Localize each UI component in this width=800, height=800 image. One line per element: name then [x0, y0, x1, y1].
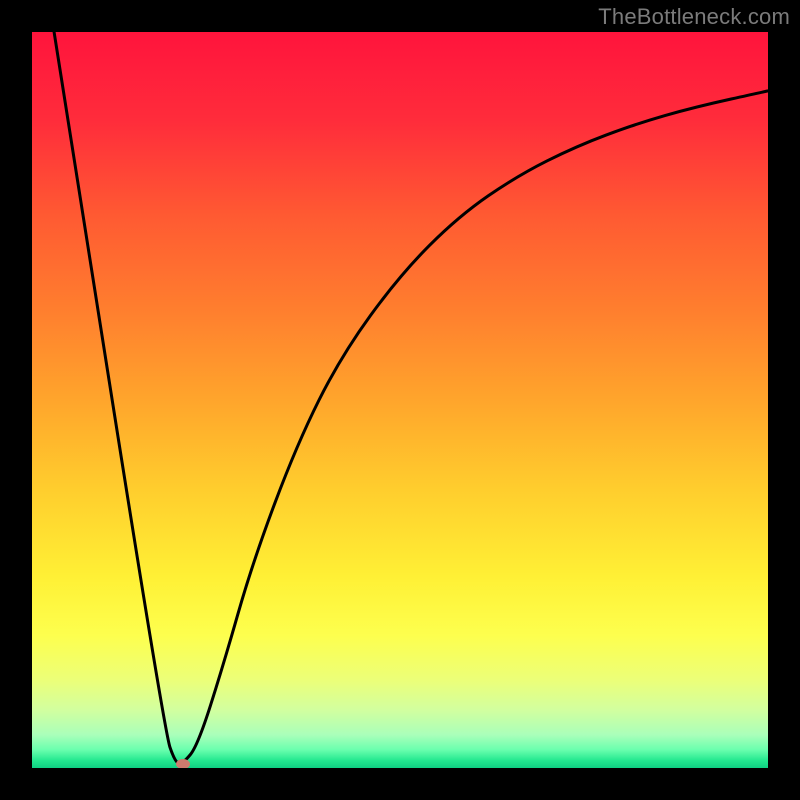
plot-area [32, 32, 768, 768]
bottleneck-curve [54, 32, 768, 764]
curve-layer [32, 32, 768, 768]
watermark-text: TheBottleneck.com [598, 4, 790, 30]
chart-frame: TheBottleneck.com [0, 0, 800, 800]
minimum-point-marker [176, 759, 190, 768]
